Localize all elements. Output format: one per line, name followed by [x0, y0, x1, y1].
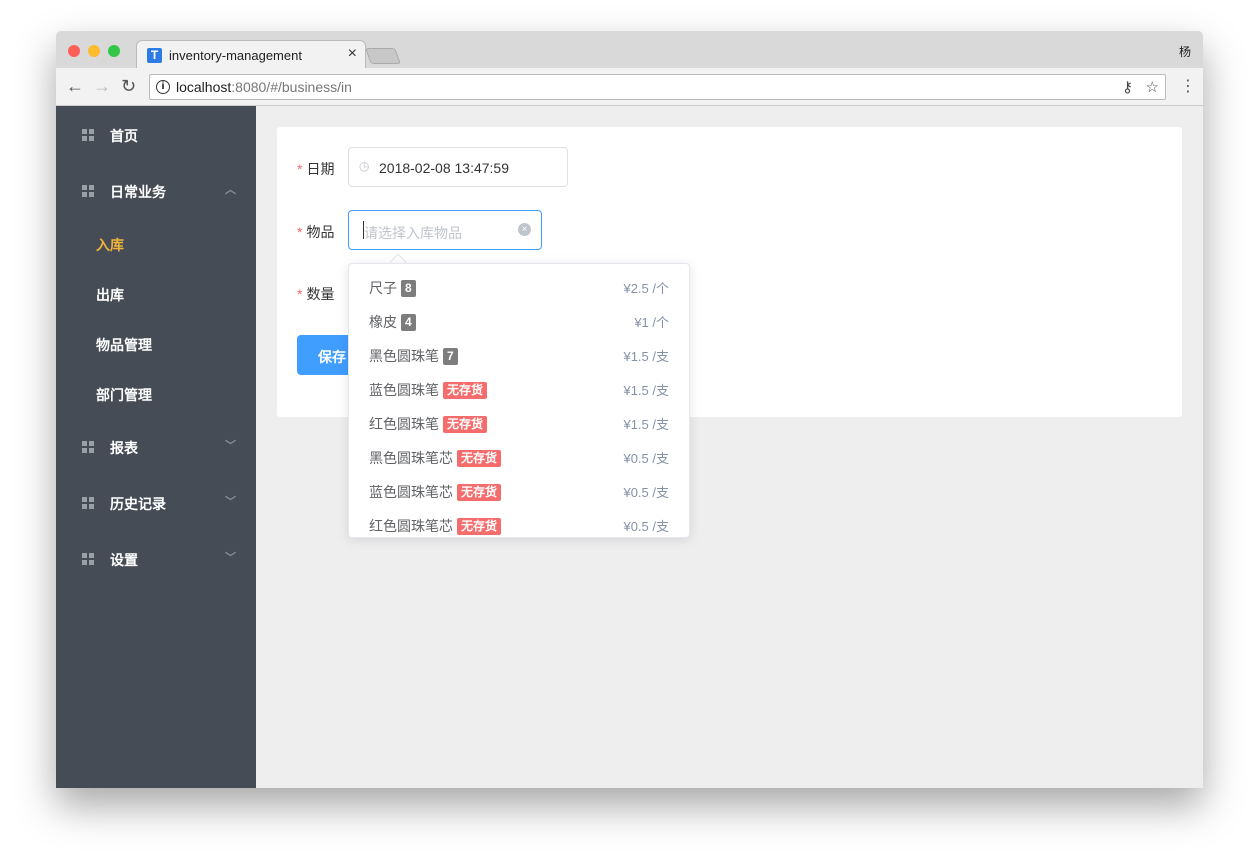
sidebar-item-daily-business[interactable]: 日常业务 ︿ — [56, 171, 256, 211]
grid-icon — [82, 497, 94, 509]
favicon-icon: T — [147, 48, 162, 63]
grid-icon — [82, 185, 94, 197]
sidebar-item-label: 设置 — [110, 552, 138, 568]
minimize-window-button[interactable] — [88, 45, 100, 57]
dropdown-option[interactable]: 蓝色圆珠笔芯 无存货 ¥0.5 /支 — [349, 474, 689, 508]
option-price: ¥1 /个 — [634, 315, 669, 330]
item-dropdown: 尺子 8 ¥2.5 /个 橡皮 4 ¥1 /个 黑色圆珠笔 7 ¥1.5 /支 蓝色圆珠笔 无存货 ¥… — [348, 263, 690, 538]
option-name: 红色圆珠笔 无存货 — [369, 414, 488, 434]
sidebar-item-reports[interactable]: 报表 ﹀ — [56, 427, 256, 467]
quantity-label: * 数量 — [297, 286, 335, 302]
dropdown-option[interactable]: 蓝色圆珠笔 无存货 ¥1.5 /支 — [349, 372, 689, 406]
address-bar-row: ← → ↻ i localhost:8080/#/business/in ⚷ ☆… — [56, 68, 1203, 106]
sidebar-subitem-stock-out[interactable]: 出库 — [96, 285, 124, 305]
stock-badge: 无存货 — [457, 450, 502, 467]
url-path: :8080/#/business/in — [231, 79, 352, 95]
item-select-input[interactable]: 请选择入库物品 × — [348, 210, 542, 250]
stock-badge: 无存货 — [457, 484, 502, 501]
option-price: ¥1.5 /支 — [623, 383, 669, 398]
url-host: localhost — [176, 79, 232, 95]
dropdown-option[interactable]: 黑色圆珠笔 7 ¥1.5 /支 — [349, 338, 689, 372]
option-name: 蓝色圆珠笔芯 无存货 — [369, 482, 502, 502]
reload-icon[interactable]: ↻ — [121, 76, 136, 97]
sidebar: 首页 日常业务 ︿ 入库 出库 物品管理 部门管理 报表 ﹀ 历史记录 ﹀ 设置 ﹀ — [56, 106, 256, 788]
sidebar-subitem-stock-in[interactable]: 入库 — [96, 235, 124, 255]
sidebar-item-label: 首页 — [110, 128, 138, 144]
dropdown-option[interactable]: 橡皮 4 ¥1 /个 — [349, 304, 689, 338]
maximize-window-button[interactable] — [108, 45, 120, 57]
close-tab-icon[interactable]: × — [348, 45, 357, 63]
dropdown-option[interactable]: 黑色圆珠笔芯 无存货 ¥0.5 /支 — [349, 440, 689, 474]
option-price: ¥2.5 /个 — [623, 281, 669, 296]
stock-badge: 4 — [401, 314, 416, 331]
option-name: 红色圆珠笔芯 无存货 — [369, 516, 502, 536]
key-icon[interactable]: ⚷ — [1122, 78, 1133, 96]
info-icon[interactable]: i — [156, 80, 170, 94]
tab-bar: T inventory-management × 杨 — [56, 31, 1203, 69]
sidebar-item-home[interactable]: 首页 — [56, 115, 256, 155]
back-icon[interactable]: ← — [66, 76, 84, 97]
sidebar-item-history[interactable]: 历史记录 ﹀ — [56, 483, 256, 523]
grid-icon — [82, 129, 94, 141]
item-placeholder: 请选择入库物品 — [364, 225, 462, 241]
option-price: ¥0.5 /支 — [623, 451, 669, 466]
dropdown-option[interactable]: 红色圆珠笔芯 无存货 ¥0.5 /支 — [349, 508, 689, 537]
chevron-up-icon: ︿ — [225, 184, 236, 196]
chevron-down-icon: ﹀ — [225, 440, 236, 452]
item-label: * 物品 — [297, 224, 335, 240]
clear-icon[interactable]: × — [518, 223, 531, 236]
forward-icon[interactable]: → — [93, 76, 111, 97]
date-picker[interactable]: ◷ 2018-02-08 13:47:59 — [348, 147, 568, 187]
star-icon[interactable]: ☆ — [1146, 78, 1159, 96]
option-price: ¥1.5 /支 — [623, 349, 669, 364]
grid-icon — [82, 441, 94, 453]
browser-window: T inventory-management × 杨 ← → ↻ i local… — [56, 31, 1203, 788]
stock-badge: 无存货 — [443, 416, 488, 433]
profile-button[interactable]: 杨 — [1179, 43, 1191, 60]
close-window-button[interactable] — [68, 45, 80, 57]
chevron-down-icon: ﹀ — [225, 496, 236, 508]
stock-badge: 8 — [401, 280, 416, 297]
option-price: ¥1.5 /支 — [623, 417, 669, 432]
stock-badge: 7 — [443, 348, 458, 365]
date-label: * 日期 — [297, 161, 335, 177]
sidebar-item-label: 报表 — [110, 440, 138, 456]
option-price: ¥0.5 /支 — [623, 485, 669, 500]
sidebar-subitem-item-management[interactable]: 物品管理 — [96, 335, 152, 355]
url-input[interactable]: i localhost:8080/#/business/in ⚷ ☆ — [149, 74, 1166, 100]
option-name: 橡皮 4 — [369, 312, 416, 332]
option-name: 尺子 8 — [369, 278, 416, 298]
tab-title: inventory-management — [169, 48, 302, 63]
date-value: 2018-02-08 13:47:59 — [379, 160, 509, 176]
new-tab-button[interactable] — [365, 48, 401, 64]
sidebar-subitem-department-management[interactable]: 部门管理 — [96, 385, 152, 405]
sidebar-item-settings[interactable]: 设置 ﹀ — [56, 539, 256, 579]
option-name: 黑色圆珠笔芯 无存货 — [369, 448, 502, 468]
clock-icon: ◷ — [359, 159, 370, 173]
option-price: ¥0.5 /支 — [623, 519, 669, 534]
option-name: 蓝色圆珠笔 无存货 — [369, 380, 488, 400]
browser-tab[interactable]: T inventory-management × — [136, 40, 366, 69]
chevron-down-icon: ﹀ — [225, 552, 236, 564]
dropdown-option[interactable]: 尺子 8 ¥2.5 /个 — [349, 270, 689, 304]
stock-badge: 无存货 — [443, 382, 488, 399]
dropdown-option[interactable]: 红色圆珠笔 无存货 ¥1.5 /支 — [349, 406, 689, 440]
option-name: 黑色圆珠笔 7 — [369, 346, 458, 366]
stock-badge: 无存货 — [457, 518, 502, 535]
menu-icon[interactable]: ⋮ — [1180, 76, 1196, 96]
grid-icon — [82, 553, 94, 565]
sidebar-item-label: 日常业务 — [110, 184, 166, 200]
sidebar-item-label: 历史记录 — [110, 496, 166, 512]
